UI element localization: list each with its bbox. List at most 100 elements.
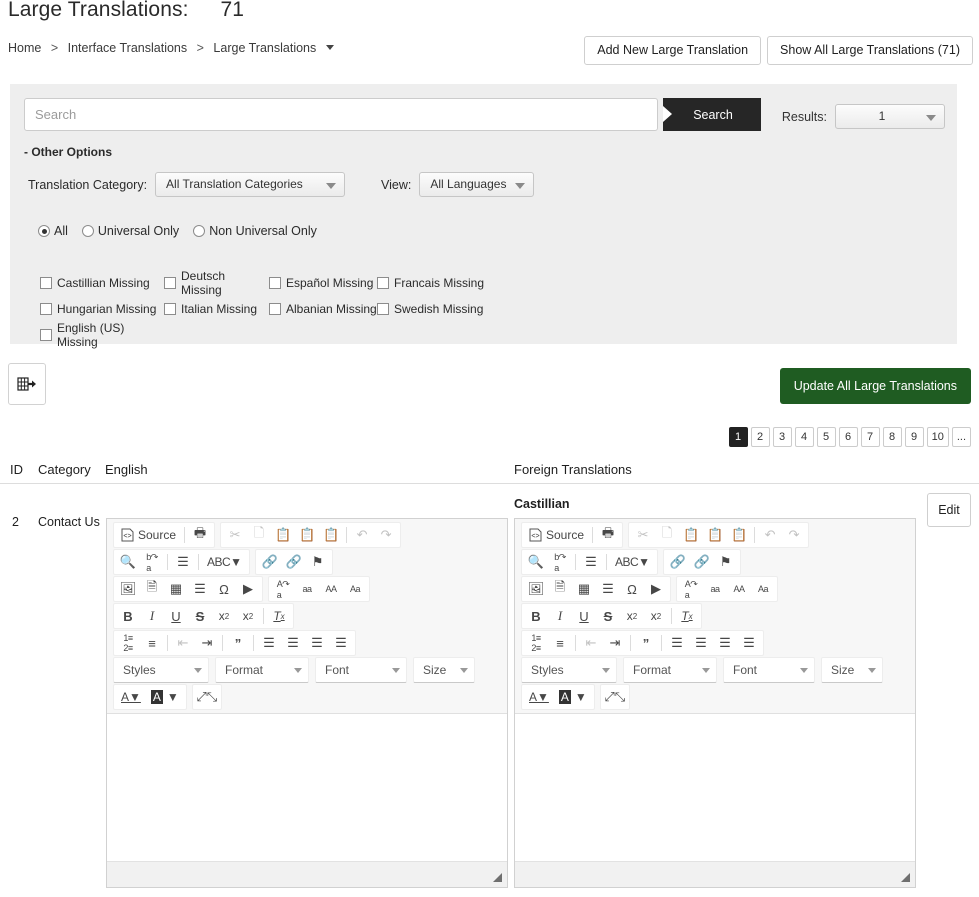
replace-icon[interactable]: b↷ a: [548, 551, 572, 573]
outdent-icon[interactable]: ⇤: [171, 632, 195, 654]
outdent-icon[interactable]: ⇤: [579, 632, 603, 654]
numbered-list-icon[interactable]: 1≡ 2≡: [524, 632, 548, 654]
bold-button[interactable]: B: [116, 605, 140, 627]
foreign-editor-content[interactable]: [515, 714, 915, 826]
pagination-page-5[interactable]: 5: [816, 427, 836, 447]
paste-button[interactable]: 📋: [679, 524, 703, 546]
background-color-icon[interactable]: A ▼: [554, 686, 592, 708]
cut-button[interactable]: ✂: [631, 524, 655, 546]
blockquote-icon[interactable]: ”: [634, 632, 658, 654]
flash-icon[interactable]: 🗎: [548, 578, 572, 600]
redo-button[interactable]: ↷: [782, 524, 806, 546]
subscript-button[interactable]: x2: [212, 605, 236, 627]
paste-as-text-button[interactable]: 📋: [703, 524, 727, 546]
find-icon[interactable]: 🔍: [524, 551, 548, 573]
uppercase-button[interactable]: AA: [727, 578, 751, 600]
flash-icon[interactable]: 🗎: [140, 578, 164, 600]
chevron-down-icon[interactable]: [325, 45, 334, 50]
edit-button[interactable]: Edit: [927, 493, 971, 527]
undo-button[interactable]: ↶: [758, 524, 782, 546]
checkbox-italian-missing[interactable]: Italian Missing: [164, 302, 269, 316]
titlecase-button[interactable]: Aa: [343, 578, 367, 600]
search-input[interactable]: [24, 98, 658, 131]
superscript-button[interactable]: x2: [644, 605, 668, 627]
spell-check-icon[interactable]: ABC▼: [610, 551, 655, 573]
checkbox-francais-missing[interactable]: Francais Missing: [377, 269, 487, 297]
copy-button[interactable]: 🗋: [655, 524, 679, 546]
indent-icon[interactable]: ⇥: [195, 632, 219, 654]
titlecase-button[interactable]: Aa: [751, 578, 775, 600]
pagination-page-9[interactable]: 9: [904, 427, 924, 447]
change-case-icon[interactable]: A↷ a: [679, 578, 703, 600]
font-dropdown[interactable]: Font: [723, 657, 815, 683]
image-icon[interactable]: 🖼: [116, 578, 140, 600]
styles-dropdown[interactable]: Styles: [113, 657, 209, 683]
paste-from-word-button[interactable]: 📋: [727, 524, 751, 546]
checkbox-swedish-missing[interactable]: Swedish Missing: [377, 302, 487, 316]
align-left-icon[interactable]: ☰: [665, 632, 689, 654]
pagination-page-4[interactable]: 4: [794, 427, 814, 447]
find-icon[interactable]: 🔍: [116, 551, 140, 573]
unlink-icon[interactable]: 🔗: [282, 551, 306, 573]
unlink-icon[interactable]: 🔗: [690, 551, 714, 573]
breadcrumb-item-interface-translations[interactable]: Interface Translations: [68, 41, 188, 55]
show-all-large-translations-button[interactable]: Show All Large Translations (71): [767, 36, 973, 65]
blockquote-icon[interactable]: ”: [226, 632, 250, 654]
horizontal-rule-icon[interactable]: ☰: [188, 578, 212, 600]
select-all-icon[interactable]: ☰: [579, 551, 603, 573]
radio-option-all[interactable]: All: [38, 224, 68, 238]
breadcrumb-item-large-translations[interactable]: Large Translations: [213, 41, 316, 55]
bulleted-list-icon[interactable]: ≡: [548, 632, 572, 654]
search-button[interactable]: Search: [663, 98, 761, 131]
change-case-icon[interactable]: A↷ a: [271, 578, 295, 600]
horizontal-rule-icon[interactable]: ☰: [596, 578, 620, 600]
italic-button[interactable]: I: [140, 605, 164, 627]
remove-format-button[interactable]: Tx: [675, 605, 699, 627]
add-new-large-translation-button[interactable]: Add New Large Translation: [584, 36, 762, 65]
bold-button[interactable]: B: [524, 605, 548, 627]
checkbox-castillian-missing[interactable]: Castillian Missing: [40, 269, 164, 297]
uppercase-button[interactable]: AA: [319, 578, 343, 600]
select-all-icon[interactable]: ☰: [171, 551, 195, 573]
special-character-icon[interactable]: Ω: [620, 578, 644, 600]
text-color-icon[interactable]: A▼: [524, 686, 554, 708]
print-button[interactable]: 🖶: [596, 524, 620, 546]
resize-grip-icon[interactable]: [493, 873, 502, 882]
strikethrough-button[interactable]: S: [188, 605, 212, 627]
text-color-icon[interactable]: A▼: [116, 686, 146, 708]
pagination-more[interactable]: ...: [951, 427, 971, 447]
paste-as-text-button[interactable]: 📋: [295, 524, 319, 546]
size-dropdown[interactable]: Size: [821, 657, 883, 683]
anchor-flag-icon[interactable]: ⚑: [306, 551, 330, 573]
align-right-icon[interactable]: ☰: [305, 632, 329, 654]
update-all-large-translations-button[interactable]: Update All Large Translations: [779, 368, 971, 404]
breadcrumb-item-home[interactable]: Home: [8, 41, 41, 55]
strikethrough-button[interactable]: S: [596, 605, 620, 627]
align-center-icon[interactable]: ☰: [689, 632, 713, 654]
maximize-icon[interactable]: ⤢⤡: [195, 686, 219, 708]
align-left-icon[interactable]: ☰: [257, 632, 281, 654]
styles-dropdown[interactable]: Styles: [521, 657, 617, 683]
remove-format-button[interactable]: Tx: [267, 605, 291, 627]
maximize-icon[interactable]: ⤢⤡: [603, 686, 627, 708]
paste-from-word-button[interactable]: 📋: [319, 524, 343, 546]
format-dropdown[interactable]: Format: [623, 657, 717, 683]
pagination-page-10[interactable]: 10: [926, 427, 949, 447]
underline-button[interactable]: U: [572, 605, 596, 627]
pagination-page-7[interactable]: 7: [860, 427, 880, 447]
export-button[interactable]: [8, 363, 46, 405]
source-button[interactable]: <> Source: [524, 524, 589, 546]
underline-button[interactable]: U: [164, 605, 188, 627]
justify-icon[interactable]: ☰: [737, 632, 761, 654]
bulleted-list-icon[interactable]: ≡: [140, 632, 164, 654]
link-icon[interactable]: 🔗: [258, 551, 282, 573]
replace-icon[interactable]: b↷ a: [140, 551, 164, 573]
pagination-page-1[interactable]: 1: [728, 427, 748, 447]
pagination-page-2[interactable]: 2: [750, 427, 770, 447]
lowercase-button[interactable]: aa: [703, 578, 727, 600]
subscript-button[interactable]: x2: [620, 605, 644, 627]
pagination-page-8[interactable]: 8: [882, 427, 902, 447]
lowercase-button[interactable]: aa: [295, 578, 319, 600]
view-select[interactable]: All Languages: [419, 172, 535, 197]
paste-button[interactable]: 📋: [271, 524, 295, 546]
